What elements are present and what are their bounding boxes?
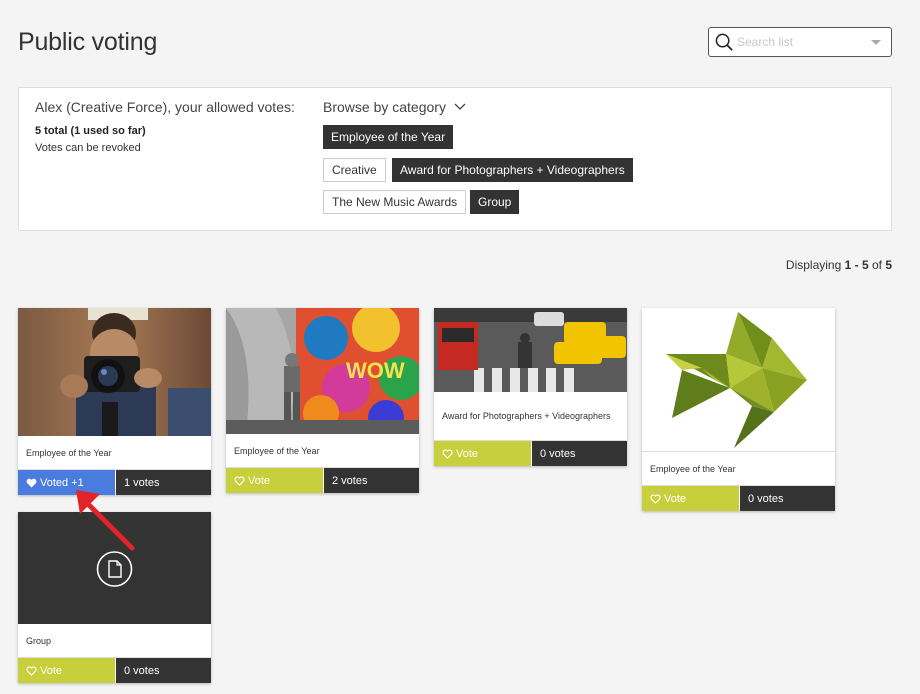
browse-label: Browse by category — [323, 99, 446, 115]
card-image-graffiti[interactable]: WOW — [226, 308, 419, 434]
voting-card[interactable]: Employee of the Year Voted +1 1 votes — [18, 308, 211, 495]
category-tag-new-music-awards[interactable]: The New Music Awards — [323, 190, 467, 214]
category-tag-creative[interactable]: Creative — [323, 158, 386, 182]
card-image-polygon-fish[interactable] — [642, 308, 835, 452]
votes-count: 0 votes — [532, 441, 627, 466]
chevron-down-icon — [454, 103, 466, 110]
card-image-taxi-street[interactable] — [434, 308, 627, 392]
allowed-votes-title: Alex (Creative Force), your allowed vote… — [35, 99, 295, 115]
vote-button[interactable]: Vote — [642, 486, 739, 511]
voting-card[interactable]: Employee of the Year Vote 0 votes — [642, 308, 835, 511]
vote-button[interactable]: Vote — [18, 658, 115, 683]
vote-button-label: Vote — [456, 447, 479, 460]
votes-count: 2 votes — [324, 468, 419, 493]
votes-count: 0 votes — [740, 486, 835, 511]
vote-button-label: Vote — [248, 474, 271, 487]
allowed-votes-note: Votes can be revoked — [35, 142, 141, 154]
annotation-arrow-icon — [76, 490, 135, 551]
category-tag-award-photographers[interactable]: Award for Photographers + Videographers — [392, 158, 633, 182]
heart-outline-icon — [442, 449, 453, 459]
browse-by-category-toggle[interactable]: Browse by category — [323, 99, 466, 115]
heart-outline-icon — [26, 666, 37, 676]
card-caption: Employee of the Year — [226, 434, 419, 468]
search-icon — [715, 33, 733, 51]
card-caption: Employee of the Year — [642, 452, 835, 486]
card-image-photographer[interactable] — [18, 308, 211, 436]
vote-button-label: Vote — [664, 492, 687, 505]
voting-card[interactable]: WOW Employee of the Year Vote 2 votes — [226, 308, 419, 493]
card-caption: Award for Photographers + Videographers — [434, 392, 627, 441]
votes-count: 0 votes — [116, 658, 211, 683]
vote-button[interactable]: Vote — [434, 441, 531, 466]
search-input[interactable] — [737, 32, 867, 52]
vote-button-label: Vote — [40, 664, 63, 677]
heart-outline-icon — [650, 494, 661, 504]
allowed-votes-panel: Alex (Creative Force), your allowed vote… — [18, 87, 892, 231]
card-caption: Group — [18, 624, 211, 658]
displaying-count: Displaying 1 - 5 of 5 — [785, 258, 892, 272]
svg-text:WOW: WOW — [346, 358, 405, 383]
category-tag-employee-of-the-year[interactable]: Employee of the Year — [323, 125, 454, 149]
search-box[interactable] — [708, 27, 892, 57]
dropdown-caret-icon[interactable] — [871, 40, 881, 45]
heart-outline-icon — [234, 476, 245, 486]
allowed-votes-total: 5 total (1 used so far) — [35, 125, 146, 137]
voting-card[interactable]: Award for Photographers + Videographers … — [434, 308, 627, 466]
vote-button[interactable]: Vote — [226, 468, 323, 493]
category-tag-group[interactable]: Group — [470, 190, 520, 214]
heart-filled-icon — [26, 478, 37, 488]
page-title: Public voting — [18, 28, 158, 56]
card-caption: Employee of the Year — [18, 436, 211, 470]
